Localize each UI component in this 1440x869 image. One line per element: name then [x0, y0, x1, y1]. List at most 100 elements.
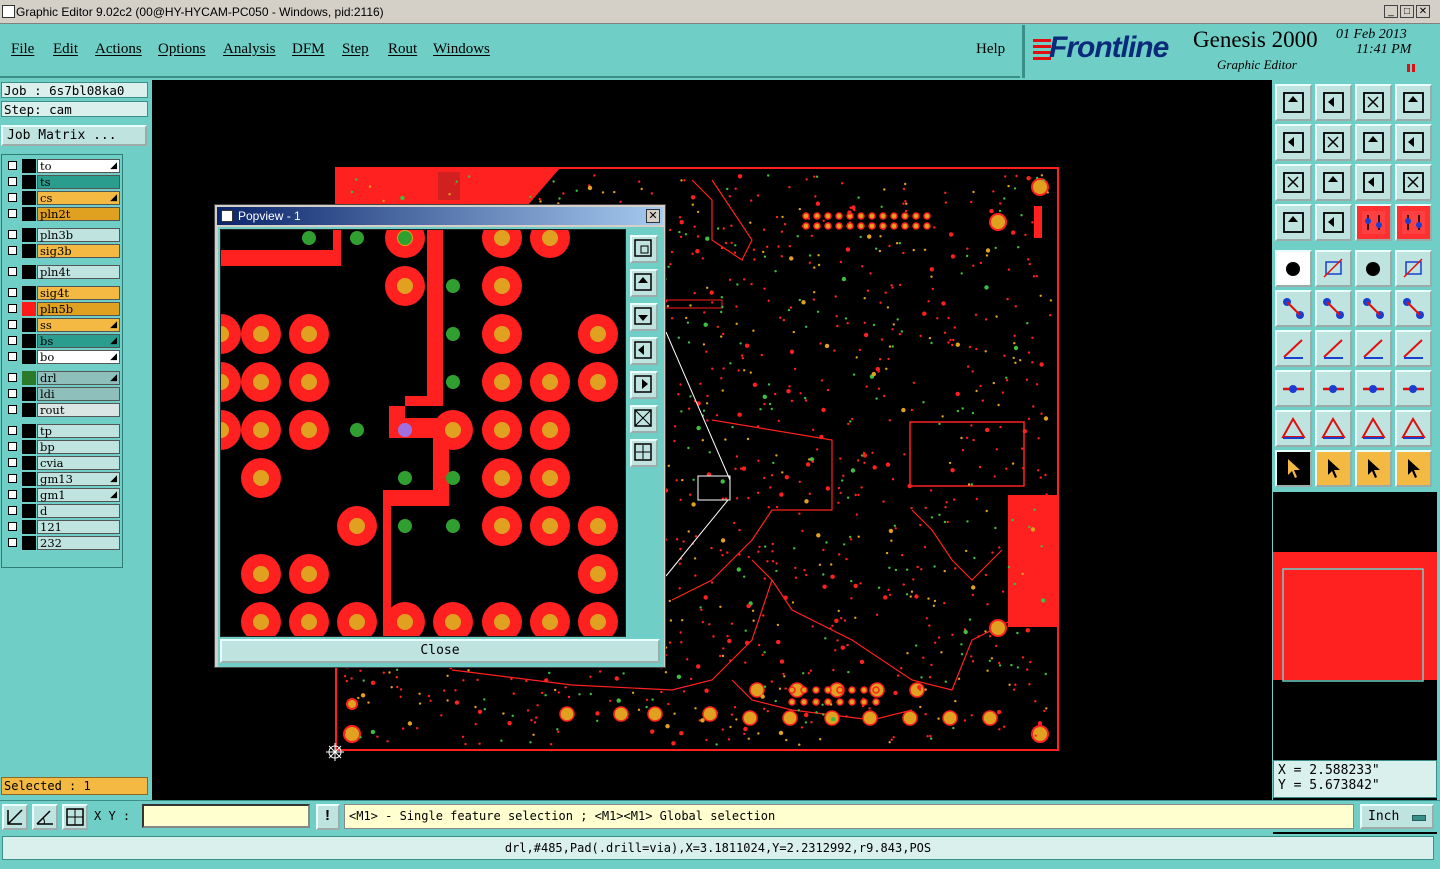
layer-color-swatch[interactable] — [22, 403, 36, 417]
minimize-button[interactable]: _ — [1384, 5, 1398, 18]
snap-button[interactable] — [1315, 204, 1352, 241]
layer-name[interactable]: ts — [37, 175, 120, 189]
layer-checkbox[interactable] — [8, 458, 17, 467]
rect-button[interactable] — [1315, 250, 1352, 287]
select-pointer-alt-button[interactable] — [1315, 450, 1352, 487]
layer-row[interactable]: cs ◢ — [2, 191, 122, 205]
layer-name[interactable]: d — [37, 504, 120, 518]
line-button[interactable] — [1275, 330, 1312, 367]
zoom-in-button[interactable] — [1315, 84, 1352, 121]
layer-row[interactable]: gm13 ◢ — [2, 472, 122, 486]
layer-row[interactable]: gm1 ◢ — [2, 488, 122, 502]
layer-row[interactable]: bp — [2, 440, 122, 454]
layer-color-swatch[interactable] — [22, 207, 36, 221]
cross-button[interactable] — [1315, 290, 1352, 327]
layer-checkbox[interactable] — [8, 193, 17, 202]
menu-options[interactable]: Options — [158, 41, 206, 58]
layer-color-swatch[interactable] — [22, 175, 36, 189]
maximize-button[interactable]: □ — [1400, 5, 1414, 18]
copy-button[interactable] — [1275, 370, 1312, 407]
layer-color-swatch[interactable] — [22, 456, 36, 470]
menu-dfm[interactable]: DFM — [292, 41, 325, 58]
layer-checkbox[interactable] — [8, 320, 17, 329]
arc-button[interactable] — [1315, 330, 1352, 367]
menu-file[interactable]: File — [11, 41, 34, 58]
layer-name[interactable]: pln4t — [37, 265, 120, 279]
layer-checkbox[interactable] — [8, 405, 17, 414]
layer-row[interactable]: pln5b — [2, 302, 122, 316]
layer-name[interactable]: drl ◢ — [37, 371, 120, 385]
unit-selector[interactable]: Inch — [1360, 804, 1434, 829]
angle-mode-button[interactable] — [32, 804, 58, 830]
layer-row[interactable]: bo ◢ — [2, 350, 122, 364]
popview-pan-left-button[interactable] — [630, 337, 658, 365]
layer-checkbox[interactable] — [8, 209, 17, 218]
move-button[interactable] — [1355, 290, 1392, 327]
home-button[interactable] — [1275, 84, 1312, 121]
grid-button[interactable] — [1395, 84, 1432, 121]
connect-button[interactable] — [1275, 290, 1312, 327]
layer-color-swatch[interactable] — [22, 244, 36, 258]
layer-row[interactable]: ts — [2, 175, 122, 189]
measure-button[interactable] — [1275, 204, 1312, 241]
layer-name[interactable]: pln3b — [37, 228, 120, 242]
rotate-button[interactable] — [1355, 330, 1392, 367]
layer-name[interactable]: tp — [37, 424, 120, 438]
layer-row[interactable]: bs ◢ — [2, 334, 122, 348]
layer-name[interactable]: gm1 ◢ — [37, 488, 120, 502]
layer-color-swatch[interactable] — [22, 440, 36, 454]
xy-input[interactable] — [142, 804, 310, 828]
popview-canvas[interactable] — [220, 229, 626, 637]
dot-button[interactable] — [1395, 250, 1432, 287]
layer-row[interactable]: rout — [2, 403, 122, 417]
ruler-button[interactable] — [1355, 250, 1392, 287]
cluster-button[interactable] — [1395, 370, 1432, 407]
layer-checkbox[interactable] — [8, 288, 17, 297]
menu-step[interactable]: Step — [342, 41, 369, 58]
menu-rout[interactable]: Rout — [388, 41, 417, 58]
menu-help[interactable]: Help — [976, 41, 1005, 58]
layer-checkbox[interactable] — [8, 161, 17, 170]
popview-window[interactable]: Popview - 1 ✕ Close — [214, 204, 666, 668]
layer-row[interactable]: drl ◢ — [2, 371, 122, 385]
layer-color-swatch[interactable] — [22, 371, 36, 385]
layer-color-swatch[interactable] — [22, 286, 36, 300]
layer-color-swatch[interactable] — [22, 191, 36, 205]
fit-button[interactable] — [1275, 164, 1312, 201]
popview-fit-button[interactable] — [630, 405, 658, 433]
pause-icon[interactable] — [1406, 63, 1416, 73]
layer-row[interactable]: sig4t — [2, 286, 122, 300]
layer-color-swatch[interactable] — [22, 504, 36, 518]
layer-color-swatch[interactable] — [22, 318, 36, 332]
layer-color-swatch[interactable] — [22, 159, 36, 173]
menu-analysis[interactable]: Analysis — [223, 41, 276, 58]
grid-mode-button[interactable] — [62, 804, 88, 830]
layer-checkbox[interactable] — [8, 506, 17, 515]
menu-edit[interactable]: Edit — [53, 41, 78, 58]
zoom-out-button[interactable] — [1355, 84, 1392, 121]
layer-name[interactable]: 121 — [37, 520, 120, 534]
popview-zoom-view[interactable] — [221, 230, 625, 636]
alert-button[interactable]: ! — [316, 804, 340, 830]
popview-close-x-button[interactable]: ✕ — [646, 209, 660, 223]
layer-checkbox[interactable] — [8, 538, 17, 547]
layer-row[interactable]: d — [2, 504, 122, 518]
align-button[interactable] — [1355, 370, 1392, 407]
select-circle-button[interactable] — [1355, 450, 1392, 487]
layer-name[interactable]: bp — [37, 440, 120, 454]
arch-button[interactable] — [1355, 410, 1392, 447]
menu-actions[interactable]: Actions — [95, 41, 142, 58]
mirror-button[interactable] — [1355, 124, 1392, 161]
layer-name[interactable]: sig3b — [37, 244, 120, 258]
layer-row[interactable]: 232 — [2, 536, 122, 550]
popview-zoom-out-button[interactable] — [630, 303, 658, 331]
popview-zoom-box-button[interactable] — [630, 235, 658, 263]
layer-checkbox[interactable] — [8, 246, 17, 255]
layer-row[interactable]: 121 — [2, 520, 122, 534]
popview-title-bar[interactable]: Popview - 1 ✕ — [217, 207, 663, 225]
layer-name[interactable]: ldi — [37, 387, 120, 401]
layer-color-swatch[interactable] — [22, 265, 36, 279]
scale-button[interactable] — [1355, 164, 1392, 201]
layer-checkbox[interactable] — [8, 352, 17, 361]
layer-color-swatch[interactable] — [22, 472, 36, 486]
